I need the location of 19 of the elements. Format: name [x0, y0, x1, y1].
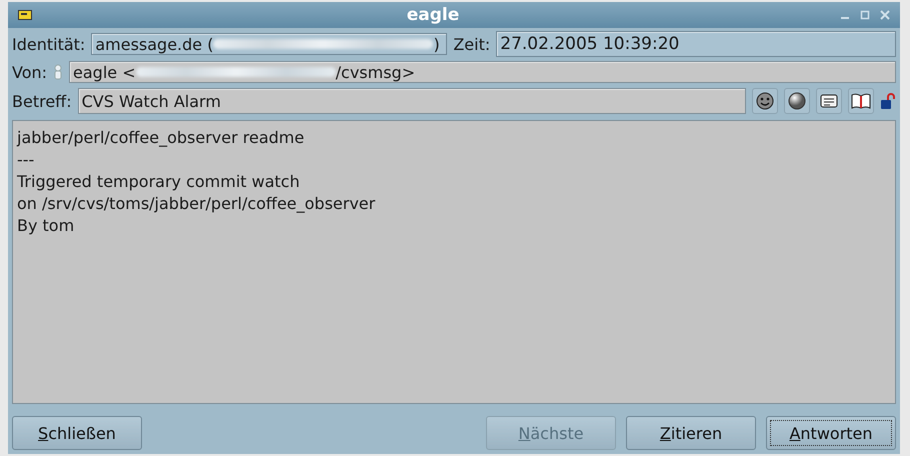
smiley-icon[interactable] — [752, 88, 778, 114]
dialog-button[interactable]: Antworten — [766, 416, 896, 450]
person-icon — [53, 64, 64, 80]
from-field[interactable]: eagle < /cvsmsg> — [69, 61, 896, 83]
time-field: 27.02.2005 10:39:20 — [496, 31, 896, 57]
card-icon[interactable] — [816, 88, 842, 114]
identity-field[interactable]: amessage.de ( ) — [91, 33, 448, 55]
padlock-icon[interactable] — [880, 92, 896, 110]
time-label: Zeit: — [453, 34, 490, 54]
message-body[interactable]: jabber/perl/coffee_observer readme --- Triggered temporary commit watch on /srv/cvs/toms/jabber/perl/coffee_observer By tom — [12, 120, 896, 404]
book-icon[interactable] — [848, 88, 874, 114]
subject-label: Betreff: — [12, 92, 72, 110]
dialog-button[interactable]: Schließen — [12, 416, 142, 450]
dialog-button[interactable]: Zitieren — [626, 416, 756, 450]
window-menu-icon[interactable] — [18, 10, 32, 20]
subject-field[interactable]: CVS Watch Alarm — [78, 88, 746, 114]
identity-label: Identität: — [12, 34, 86, 54]
from-label: Von: — [12, 62, 48, 82]
window-title: eagle — [406, 5, 460, 25]
